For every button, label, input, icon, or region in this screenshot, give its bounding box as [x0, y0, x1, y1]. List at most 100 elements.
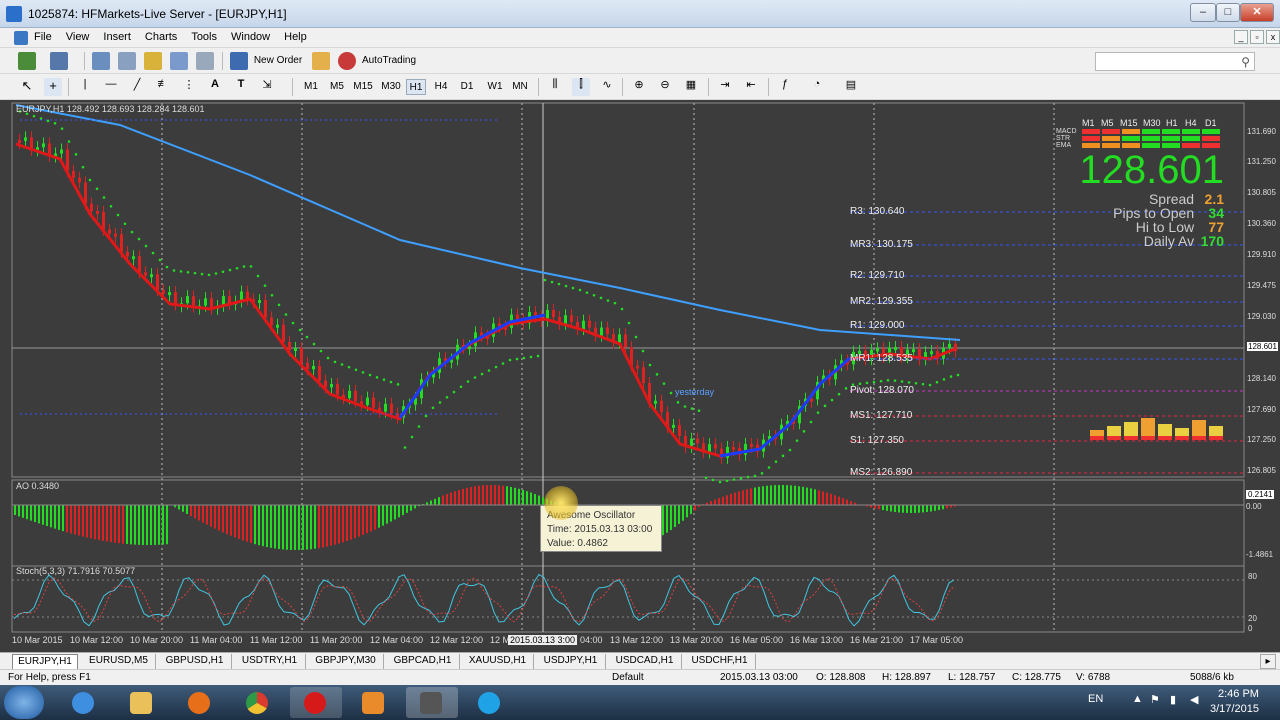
indicators-icon[interactable]: ƒ: [776, 78, 794, 96]
maximize-button[interactable]: □: [1216, 3, 1240, 22]
templates-icon[interactable]: ▤: [842, 78, 860, 96]
mdi-restore-button[interactable]: ▫: [1250, 30, 1264, 44]
zoom-in-icon[interactable]: ⊕: [630, 78, 648, 96]
timeframe-m1[interactable]: M1: [300, 79, 322, 95]
tab-usdcad-h1[interactable]: USDCAD,H1: [608, 654, 682, 669]
search-input[interactable]: ⚲: [1095, 52, 1255, 71]
tab-usdchf-h1[interactable]: USDCHF,H1: [684, 654, 756, 669]
price-scale-label: 128.601: [1247, 342, 1278, 351]
data-window-icon[interactable]: [118, 52, 136, 70]
ao-bar: [446, 493, 448, 505]
close-button[interactable]: ✕: [1240, 3, 1274, 22]
metaeditor-icon[interactable]: [312, 52, 330, 70]
ao-bar: [282, 505, 284, 550]
opera-app[interactable]: [290, 687, 342, 718]
horizontal-line-icon[interactable]: —: [102, 78, 120, 96]
periods-icon[interactable]: ◔: [808, 78, 826, 96]
text-label-icon[interactable]: T: [232, 78, 250, 96]
new-order-button[interactable]: New Order: [250, 53, 306, 69]
channel-icon[interactable]: ≢: [154, 78, 172, 96]
clock-date[interactable]: 3/17/2015: [1210, 703, 1259, 715]
autotrading-icon[interactable]: [338, 52, 356, 70]
sar-dot: [480, 372, 484, 376]
mdi-close-button[interactable]: x: [1266, 30, 1280, 44]
sar-dot: [879, 379, 883, 383]
pivot-level-label: MR2: 129.355: [850, 296, 913, 307]
bar-chart-icon[interactable]: ⫼: [546, 78, 564, 96]
pivot-level-label: R3: 130.640: [850, 206, 905, 217]
new-order-icon[interactable]: [230, 52, 248, 70]
windows-taskbar: EN ▲ ⚑ ▮ ◀ 2:46 PM 3/17/2015: [0, 685, 1280, 720]
terminal-icon[interactable]: [170, 52, 188, 70]
menu-insert[interactable]: Insert: [103, 31, 139, 43]
chart-shift-icon[interactable]: ⇤: [742, 78, 760, 96]
tray-arrow-icon[interactable]: ▲: [1132, 693, 1143, 705]
cursor-icon[interactable]: ↖: [18, 78, 36, 96]
menu-window[interactable]: Window: [231, 31, 278, 43]
timeframe-h1[interactable]: H1: [406, 79, 426, 95]
crosshair-icon[interactable]: +: [44, 78, 62, 96]
media-app[interactable]: [348, 687, 400, 718]
skype-app[interactable]: [464, 687, 516, 718]
tray-network-icon[interactable]: ▮: [1170, 693, 1176, 706]
search-icon[interactable]: ⚲: [1241, 55, 1250, 69]
metatrader-app[interactable]: [406, 687, 458, 718]
line-chart-icon[interactable]: ∿: [598, 78, 616, 96]
tab-gbpcad-h1[interactable]: GBPCAD,H1: [386, 654, 460, 669]
timeframe-d1[interactable]: D1: [456, 79, 478, 95]
timeframe-w1[interactable]: W1: [484, 79, 506, 95]
tab-usdjpy-h1[interactable]: USDJPY,H1: [536, 654, 606, 669]
navigator-icon[interactable]: [144, 52, 162, 70]
tab-eurusd-m5[interactable]: EURUSD,M5: [82, 654, 156, 669]
fibonacci-icon[interactable]: ⋮: [180, 78, 198, 96]
text-icon[interactable]: A: [206, 78, 224, 96]
ao-bar: [82, 505, 84, 537]
tab-gbpjpy-m30[interactable]: GBPJPY,M30: [308, 654, 384, 669]
vertical-line-icon[interactable]: |: [76, 78, 94, 96]
strategy-tester-icon[interactable]: [196, 52, 214, 70]
tab-gbpusd-h1[interactable]: GBPUSD,H1: [158, 654, 232, 669]
menu-file[interactable]: File: [34, 31, 60, 43]
menu-help[interactable]: Help: [284, 31, 315, 43]
timeframe-h4[interactable]: H4: [430, 79, 452, 95]
language-indicator[interactable]: EN: [1088, 693, 1103, 705]
profiles-icon[interactable]: [50, 52, 68, 70]
tab-xauusd-h1[interactable]: XAUUSD,H1: [462, 654, 534, 669]
timeframe-m15[interactable]: M15: [350, 79, 376, 95]
zoom-out-icon[interactable]: ⊖: [656, 78, 674, 96]
tabs-scroll-icon[interactable]: ▸: [1260, 654, 1276, 669]
chart-window[interactable]: EURJPY,H1 128.492 128.693 128.284 128.60…: [0, 100, 1280, 652]
candle: [264, 300, 267, 318]
ao-bar: [766, 485, 768, 505]
market-watch-icon[interactable]: [92, 52, 110, 70]
menu-view[interactable]: View: [66, 31, 98, 43]
menu-charts[interactable]: Charts: [145, 31, 185, 43]
time-axis: 10 Mar 2015 10 Mar 12:00 10 Mar 20:00 11 Ma…: [0, 634, 1250, 650]
tray-volume-icon[interactable]: ◀: [1190, 693, 1198, 706]
mdi-minimize-button[interactable]: _: [1234, 30, 1248, 44]
ie-app[interactable]: [58, 687, 110, 718]
candlestick-icon[interactable]: ⫿: [572, 78, 590, 96]
ao-bar: [206, 505, 208, 525]
chrome-app[interactable]: [232, 687, 284, 718]
minimize-button[interactable]: –: [1190, 3, 1216, 22]
tray-flag-icon[interactable]: ⚑: [1150, 693, 1160, 706]
menu-tools[interactable]: Tools: [191, 31, 225, 43]
firefox-app[interactable]: [174, 687, 226, 718]
explorer-app[interactable]: [116, 687, 168, 718]
start-button[interactable]: [4, 686, 44, 719]
arrows-icon[interactable]: ⇲: [258, 78, 276, 96]
autoscroll-icon[interactable]: ⇥: [716, 78, 734, 96]
chart-window-icon: [14, 31, 28, 45]
tab-eurjpy-h1[interactable]: EURJPY,H1: [12, 654, 78, 669]
timeframe-mn[interactable]: MN: [508, 79, 532, 95]
trendline-icon[interactable]: ╱: [128, 78, 146, 96]
tile-windows-icon[interactable]: ▦: [682, 78, 700, 96]
new-chart-icon[interactable]: [18, 52, 36, 70]
tab-usdtry-h1[interactable]: USDTRY,H1: [234, 654, 306, 669]
timeframe-m5[interactable]: M5: [326, 79, 348, 95]
clock-time[interactable]: 2:46 PM: [1218, 688, 1259, 700]
sar-dot: [200, 272, 204, 276]
timeframe-m30[interactable]: M30: [378, 79, 404, 95]
autotrading-button[interactable]: AutoTrading: [358, 53, 420, 69]
